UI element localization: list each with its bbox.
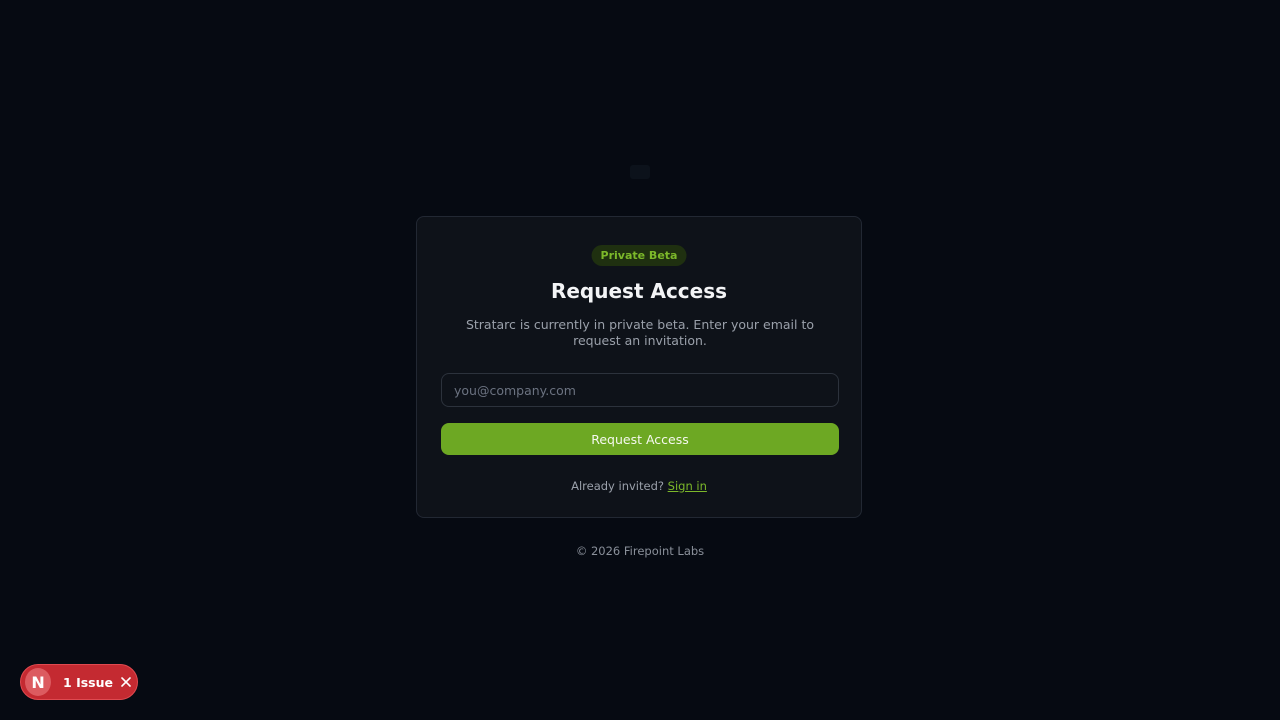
signin-link[interactable]: Sign in [668,479,707,493]
email-field[interactable] [441,373,839,407]
page-title: Request Access [550,279,728,303]
issues-count-label[interactable]: 1 Issue [63,675,113,690]
page: Private Beta Request Access Stratarc is … [0,0,1280,720]
brand-logo [0,160,1280,184]
status-badge: Private Beta [591,245,687,266]
dev-issues-badge[interactable]: N 1 Issue [20,664,138,700]
page-subtitle: Stratarc is currently in private beta. E… [465,317,815,348]
footer-copyright: © 2026 Firepoint Labs [575,544,705,558]
close-icon[interactable] [120,675,133,689]
request-access-card: Private Beta Request Access Stratarc is … [416,216,862,518]
signin-prompt: Already invited? [571,479,668,493]
request-access-button[interactable]: Request Access [441,423,839,455]
logo-mark-icon [630,165,650,179]
nextjs-logo-icon[interactable]: N [25,668,52,696]
signin-row: Already invited? Sign in [417,479,861,493]
